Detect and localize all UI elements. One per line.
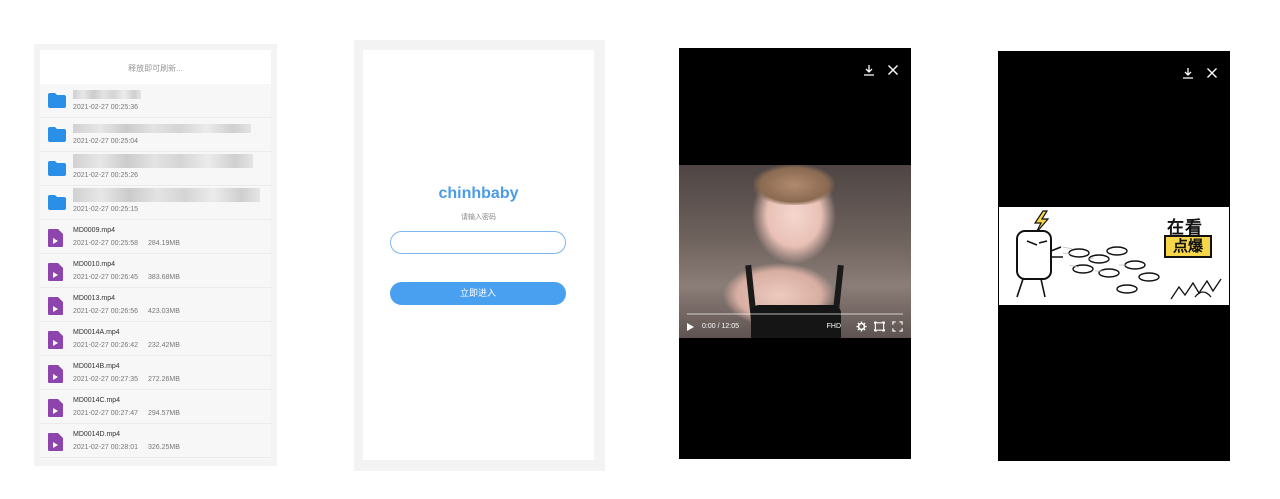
folder-icon — [48, 127, 66, 142]
top-actions — [1182, 67, 1218, 79]
sticker-viewer-screen: 在看 点爆 — [998, 51, 1230, 461]
file-row[interactable]: MD0009.mp4 2021-02-27 00:25:58 284.19MB — [40, 220, 271, 254]
video-file-icon — [48, 433, 63, 451]
file-size: 272.26MB — [148, 376, 180, 383]
file-date: 2021-02-27 00:27:47 — [73, 410, 138, 417]
file-row[interactable]: MD0014B.mp4 2021-02-27 00:27:35 272.26MB — [40, 356, 271, 390]
file-name: MD0009.mp4 — [73, 227, 116, 234]
folder-icon — [48, 195, 66, 210]
close-icon[interactable] — [887, 64, 899, 76]
play-icon[interactable] — [687, 322, 694, 331]
pull-refresh-hint: 释放即可刷新... — [40, 50, 271, 84]
video-file-icon — [48, 365, 63, 383]
folder-row[interactable]: 2021-02-27 00:25:36 — [40, 84, 271, 118]
folder-icon — [48, 93, 66, 108]
quality-button[interactable]: FHD — [827, 323, 841, 330]
folder-row[interactable]: 2021-02-27 00:25:04 — [40, 118, 271, 152]
folder-row[interactable]: 2021-02-27 00:25:15 — [40, 186, 271, 220]
download-icon[interactable] — [1182, 67, 1194, 79]
download-icon[interactable] — [863, 64, 875, 76]
sticker-image[interactable]: 在看 点爆 — [999, 207, 1229, 305]
file-date: 2021-02-27 00:28:01 — [73, 444, 138, 451]
folder-row[interactable]: 2021-02-27 00:25:26 — [40, 152, 271, 186]
file-meta: 2021-02-27 00:26:45 383.68MB — [73, 274, 180, 281]
password-hint: 请输入密码 — [461, 214, 496, 221]
video-file-icon — [48, 331, 63, 349]
video-file-icon — [48, 297, 63, 315]
file-row[interactable]: MD0013.mp4 2021-02-27 00:26:56 423.03MB — [40, 288, 271, 322]
video-file-icon — [48, 263, 63, 281]
file-name: MD0014C.mp4 — [73, 397, 121, 404]
brand-title: chinhbaby — [438, 185, 519, 202]
password-input[interactable] — [390, 231, 566, 254]
file-row[interactable]: MD0014A.mp4 2021-02-27 00:26:42 232.42MB — [40, 322, 271, 356]
login-card: chinhbaby 请输入密码 立即进入 — [363, 50, 594, 460]
file-name: MD0014B.mp4 — [73, 363, 120, 370]
file-meta: 2021-02-27 00:25:58 284.19MB — [73, 240, 180, 247]
file-size: 423.03MB — [148, 308, 180, 315]
file-name: MD0014D.mp4 — [73, 431, 121, 438]
folder-date: 2021-02-27 00:25:04 — [73, 138, 138, 145]
file-size: 284.19MB — [148, 240, 180, 247]
video-file-icon — [48, 229, 63, 247]
file-date: 2021-02-27 00:26:56 — [73, 308, 138, 315]
file-name: MD0013.mp4 — [73, 295, 116, 302]
file-size: 294.57MB — [148, 410, 180, 417]
folder-date: 2021-02-27 00:25:36 — [73, 104, 138, 111]
file-meta: 2021-02-27 00:27:47 294.57MB — [73, 410, 180, 417]
file-size: 383.68MB — [148, 274, 180, 281]
blurred-name — [73, 124, 251, 133]
file-date: 2021-02-27 00:27:35 — [73, 376, 138, 383]
file-row[interactable]: MD0010.mp4 2021-02-27 00:26:45 383.68MB — [40, 254, 271, 288]
pip-icon[interactable] — [874, 321, 885, 332]
folder-icon — [48, 161, 66, 176]
video-frame[interactable]: 0:00 / 12:05 FHD — [679, 165, 911, 338]
enter-button[interactable]: 立即进入 — [390, 282, 566, 305]
file-date: 2021-02-27 00:26:42 — [73, 342, 138, 349]
player-controls: 0:00 / 12:05 FHD — [679, 315, 911, 338]
file-size: 232.42MB — [148, 342, 180, 349]
video-player-screen: 0:00 / 12:05 FHD — [679, 48, 911, 459]
video-file-icon — [48, 399, 63, 417]
file-name: MD0014A.mp4 — [73, 329, 120, 336]
blurred-name — [73, 188, 260, 202]
fullscreen-icon[interactable] — [892, 321, 903, 332]
file-size: 326.25MB — [148, 444, 180, 451]
file-date: 2021-02-27 00:25:58 — [73, 240, 138, 247]
file-meta: 2021-02-27 00:26:42 232.42MB — [73, 342, 180, 349]
sticker-text-badge: 点爆 — [1164, 235, 1212, 258]
file-row[interactable]: MD0014C.mp4 2021-02-27 00:27:47 294.57MB — [40, 390, 271, 424]
time-display: 0:00 / 12:05 — [702, 323, 739, 330]
folder-date: 2021-02-27 00:25:15 — [73, 206, 138, 213]
close-icon[interactable] — [1206, 67, 1218, 79]
login-screen: chinhbaby 请输入密码 立即进入 — [354, 40, 605, 471]
file-list: 释放即可刷新... 2021-02-27 00:25:36 2021-02-27… — [40, 50, 271, 460]
file-date: 2021-02-27 00:26:45 — [73, 274, 138, 281]
file-meta: 2021-02-27 00:28:01 326.25MB — [73, 444, 180, 451]
file-list-screen: 释放即可刷新... 2021-02-27 00:25:36 2021-02-27… — [34, 44, 277, 466]
folder-date: 2021-02-27 00:25:26 — [73, 172, 138, 179]
file-meta: 2021-02-27 00:27:35 272.26MB — [73, 376, 180, 383]
blurred-name — [73, 90, 141, 99]
file-row[interactable]: MD0014D.mp4 2021-02-27 00:28:01 326.25MB — [40, 424, 271, 458]
video-content — [754, 165, 834, 205]
file-name: MD0010.mp4 — [73, 261, 116, 268]
settings-icon[interactable] — [856, 321, 867, 332]
file-meta: 2021-02-27 00:26:56 423.03MB — [73, 308, 180, 315]
blurred-name — [73, 154, 253, 168]
top-actions — [863, 64, 899, 76]
